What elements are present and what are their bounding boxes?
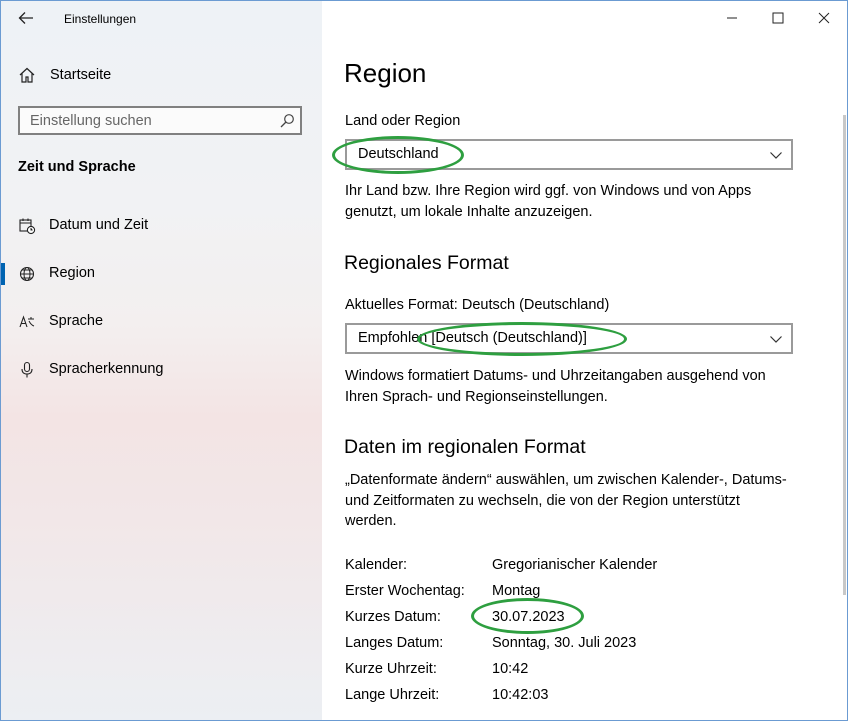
- current-format-label: Aktuelles Format: Deutsch (Deutschland): [345, 297, 610, 313]
- minimize-icon: [727, 17, 737, 19]
- home-icon: [19, 67, 35, 83]
- row-label-calendar: Kalender:: [345, 557, 408, 573]
- chevron-down-icon: [770, 152, 782, 159]
- row-value-calendar: Gregorianischer Kalender: [492, 557, 658, 573]
- sidebar-item-spracherkennung[interactable]: Spracherkennung: [1, 350, 322, 390]
- annotation-circle: [417, 322, 627, 356]
- format-description: Windows formatiert Datums- und Uhrzeitan…: [345, 368, 766, 405]
- sidebar: Einstellungen Startseite Einstellung suc…: [1, 1, 322, 720]
- sidebar-item-sprache[interactable]: Sprache: [1, 302, 322, 342]
- microphone-icon: [21, 361, 33, 378]
- data-heading: Daten im regionalen Format: [344, 436, 586, 458]
- sidebar-item-label: Region: [49, 265, 95, 281]
- row-value-long-time: 10:42:03: [492, 687, 549, 703]
- row-value-first-weekday: Montag: [492, 583, 541, 599]
- sidebar-item-label: Datum und Zeit: [49, 217, 149, 233]
- back-arrow-icon: [18, 12, 33, 24]
- page-title: Region: [344, 58, 427, 88]
- globe-icon: [19, 266, 35, 282]
- row-label-long-date: Langes Datum:: [345, 635, 444, 651]
- close-icon: [818, 12, 830, 24]
- home-label: Startseite: [50, 67, 112, 83]
- row-value-short-time: 10:42: [492, 661, 529, 677]
- country-description: Ihr Land bzw. Ihre Region wird ggf. von …: [345, 183, 752, 220]
- row-label-long-time: Lange Uhrzeit:: [345, 687, 440, 703]
- search-placeholder: Einstellung suchen: [30, 113, 152, 129]
- maximize-icon: [772, 12, 784, 24]
- calendar-clock-icon: [19, 218, 36, 235]
- language-icon: [19, 315, 35, 328]
- format-heading: Regionales Format: [344, 252, 509, 274]
- search-icon[interactable]: [279, 113, 295, 129]
- country-label: Land oder Region: [345, 113, 461, 129]
- annotation-circle: [471, 598, 584, 634]
- titlebar-left: Einstellungen: [1, 1, 322, 35]
- row-label-short-time: Kurze Uhrzeit:: [345, 661, 437, 677]
- minimize-button[interactable]: [709, 1, 755, 35]
- data-description: „Datenformate ändern“ auswählen, um zwis…: [345, 472, 787, 529]
- back-button[interactable]: [13, 7, 39, 29]
- sidebar-item-region[interactable]: Region: [1, 254, 322, 294]
- row-value-long-date: Sonntag, 30. Juli 2023: [492, 635, 637, 651]
- close-button[interactable]: [801, 1, 847, 35]
- row-label-first-weekday: Erster Wochentag:: [345, 583, 465, 599]
- home-link[interactable]: Startseite: [1, 59, 322, 91]
- sidebar-item-label: Sprache: [49, 313, 104, 329]
- row-label-short-date: Kurzes Datum:: [345, 609, 441, 625]
- search-input[interactable]: Einstellung suchen: [18, 106, 302, 135]
- sidebar-item-label: Spracherkennung: [49, 361, 164, 377]
- app-title: Einstellungen: [64, 12, 137, 26]
- section-title: Zeit und Sprache: [18, 159, 136, 175]
- scrollbar[interactable]: [843, 115, 846, 595]
- settings-window: Einstellungen Startseite Einstellung suc…: [0, 0, 848, 721]
- maximize-button[interactable]: [755, 1, 801, 35]
- sidebar-item-datum-und-zeit[interactable]: Datum und Zeit: [1, 206, 322, 246]
- annotation-circle: [332, 136, 464, 174]
- active-indicator: [1, 263, 5, 285]
- chevron-down-icon: [770, 336, 782, 343]
